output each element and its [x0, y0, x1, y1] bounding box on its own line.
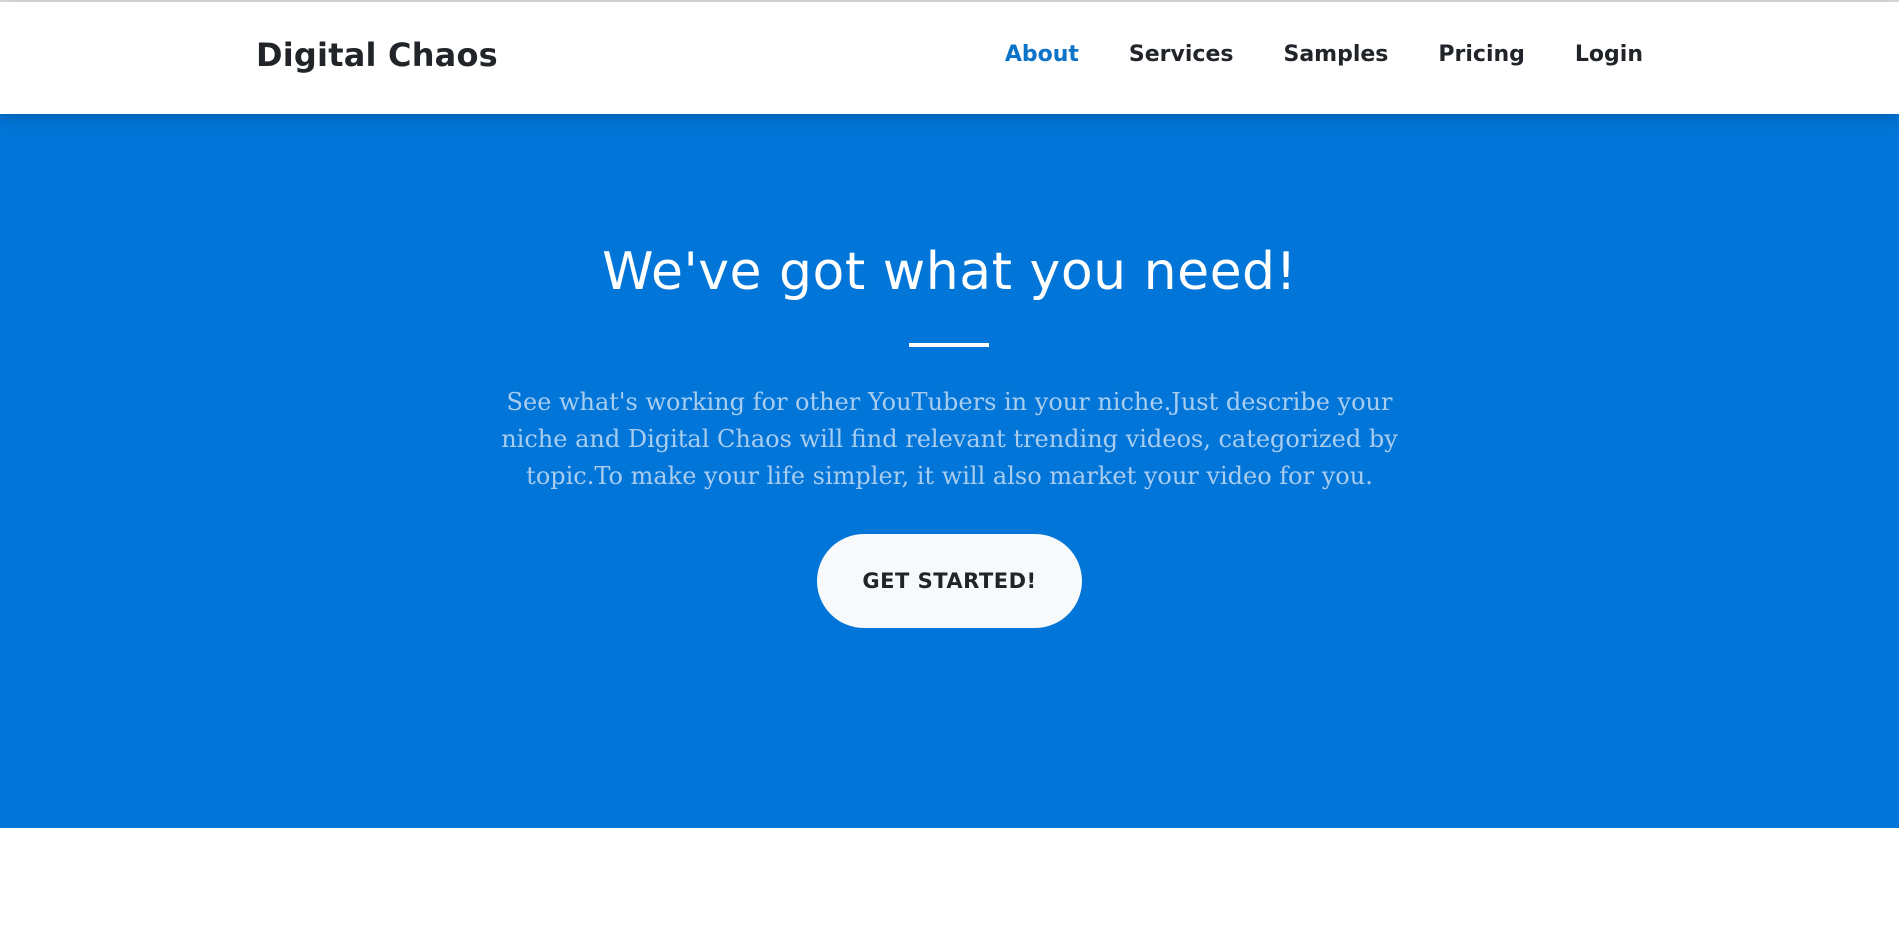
- nav-link-samples[interactable]: Samples: [1283, 42, 1388, 67]
- navbar: Digital Chaos About Services Samples Pri…: [0, 2, 1899, 114]
- nav-links: About Services Samples Pricing Login: [955, 42, 1643, 67]
- nav-link-login[interactable]: Login: [1575, 42, 1643, 67]
- hero-section: We've got what you need! See what's work…: [0, 114, 1899, 828]
- nav-link-about[interactable]: About: [1005, 42, 1079, 67]
- nav-link-services[interactable]: Services: [1129, 42, 1234, 67]
- hero-divider: [909, 343, 989, 347]
- page-below-hero: [0, 828, 1899, 943]
- hero-title: We've got what you need!: [602, 242, 1297, 302]
- nav-link-pricing[interactable]: Pricing: [1438, 42, 1525, 67]
- hero-description: See what's working for other YouTubers i…: [501, 388, 1398, 490]
- get-started-button[interactable]: GET STARTED!: [817, 534, 1082, 628]
- brand-logo-link[interactable]: Digital Chaos: [256, 36, 498, 74]
